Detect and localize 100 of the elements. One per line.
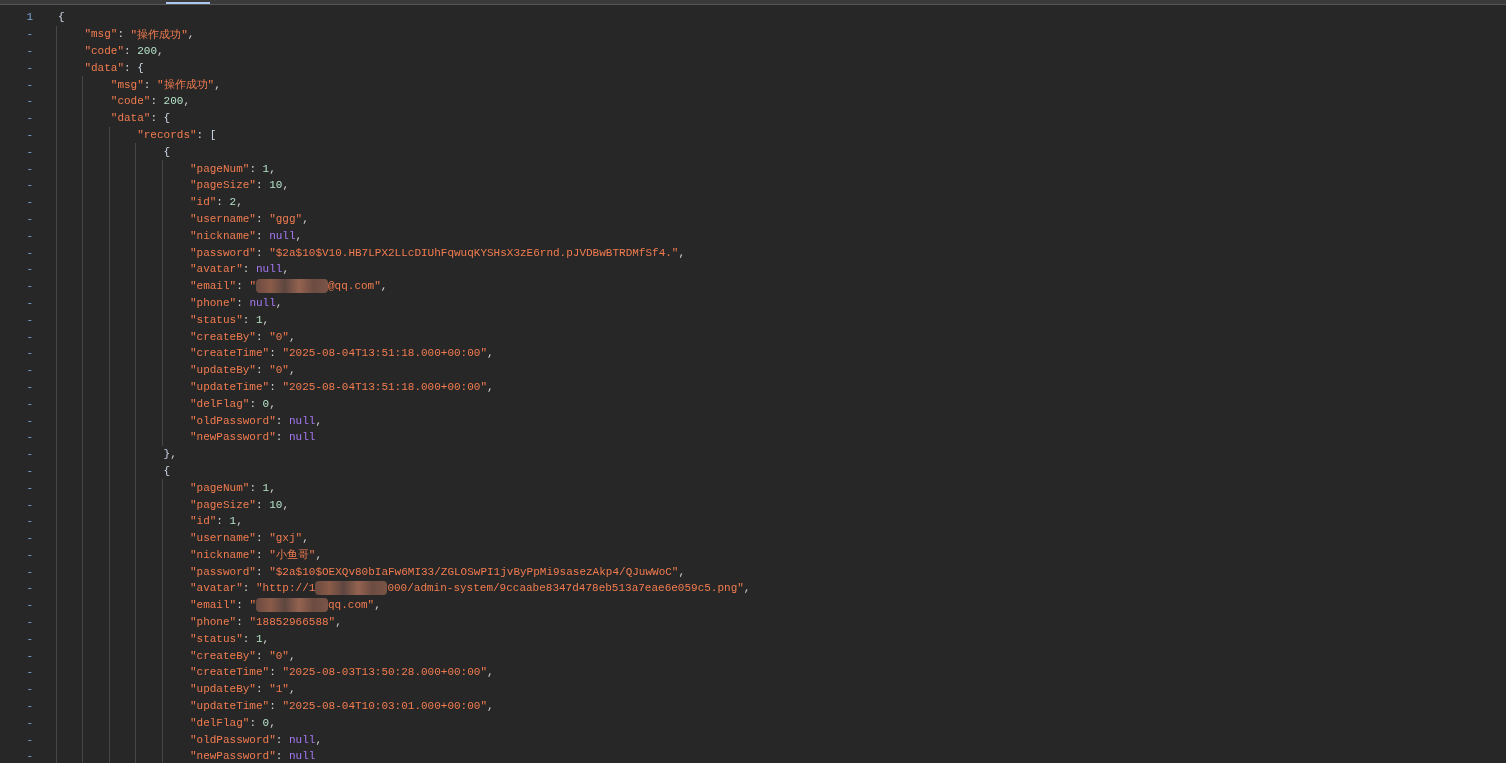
colon: : (255, 498, 264, 511)
colon: : (242, 313, 251, 326)
json-key: "oldPassword" (189, 414, 276, 427)
json-value: "操作成功" (130, 27, 188, 42)
json-value: "http://1 (255, 582, 316, 595)
colon: : (249, 716, 257, 729)
json-key: "email" (189, 280, 237, 293)
json-key: "createBy" (189, 649, 256, 662)
json-key: "phone" (189, 296, 237, 309)
colon: : (255, 565, 264, 578)
line-number: - (26, 515, 33, 528)
comma: , (282, 498, 289, 511)
json-value: 10 (269, 179, 283, 192)
comma: , (262, 632, 270, 645)
comma: , (315, 733, 322, 746)
json-key: "nickname" (189, 548, 256, 561)
json-value: 1 (262, 162, 270, 175)
line-number: - (26, 330, 33, 343)
json-key: "delFlag" (189, 397, 250, 410)
line-number: - (26, 582, 33, 595)
colon: : (269, 700, 277, 713)
json-key: "username" (189, 212, 256, 225)
json-value: "2025-08-03T13:50:28.000+00:00" (282, 666, 487, 679)
colon: : (216, 515, 224, 528)
line-number: - (26, 750, 33, 763)
json-value: null (269, 229, 296, 242)
colon: : (236, 296, 244, 309)
comma: , (380, 280, 388, 293)
colon: : (124, 61, 132, 74)
comma: , (289, 649, 296, 662)
comma: , (335, 616, 342, 629)
comma: , (289, 683, 296, 696)
json-key: "pageSize" (189, 498, 256, 511)
json-value: { (137, 61, 144, 74)
colon: : (249, 481, 257, 494)
json-key: "data" (84, 61, 124, 74)
colon: : (143, 78, 152, 91)
line-number: - (26, 616, 33, 629)
line-number: - (26, 431, 33, 444)
json-value: " (249, 280, 256, 293)
json-key: "avatar" (189, 582, 243, 595)
json-value: null (255, 263, 283, 276)
line-number: - (26, 296, 33, 309)
json-key: "newPassword" (189, 750, 276, 763)
json-key: "pageNum" (189, 162, 250, 175)
json-value: null (289, 750, 316, 763)
line-number: - (26, 128, 33, 141)
line-number: - (26, 212, 33, 225)
line-number: - (26, 313, 33, 326)
comma: , (269, 716, 276, 729)
json-value: 1 (262, 481, 270, 494)
json-key: "status" (189, 632, 243, 645)
line-number: - (26, 145, 33, 158)
line-number: - (26, 700, 33, 713)
json-key: "data" (110, 112, 151, 125)
line-number: - (26, 464, 33, 477)
json-value: "2025-08-04T13:51:18.000+00:00" (282, 347, 487, 360)
comma: , (487, 380, 494, 393)
colon: : (249, 162, 257, 175)
json-value: { (163, 145, 171, 158)
comma: , (678, 565, 686, 578)
json-key: "oldPassword" (189, 733, 276, 746)
comma: , (302, 532, 309, 545)
comma: , (487, 347, 494, 360)
line-number: - (26, 246, 33, 259)
comma: , (282, 179, 289, 192)
colon: : (242, 582, 251, 595)
json-key: "msg" (110, 78, 144, 91)
json-value: "2025-08-04T13:51:18.000+00:00" (282, 380, 487, 393)
line-number: - (26, 716, 33, 729)
colon: : (117, 28, 125, 41)
comma: , (157, 45, 164, 57)
json-key: "newPassword" (189, 431, 276, 444)
json-value: null (289, 431, 316, 444)
json-key: "msg" (84, 28, 118, 41)
colon: : (255, 364, 264, 377)
colon: : (236, 616, 244, 629)
line-number: - (26, 414, 33, 427)
json-value: null (289, 414, 316, 427)
colon: : (242, 632, 251, 645)
line-number: - (26, 280, 33, 293)
line-number: - (26, 532, 33, 545)
line-number: - (26, 565, 33, 578)
colon: : (269, 380, 277, 393)
json-value: null (249, 296, 276, 309)
tab[interactable] (166, 0, 210, 4)
json-value: "$2a$10$V10.HB7LPX2LLcDIUhFqwuqKYSHsX3zE6rnd.pJVDBwBTRDMfSf4." (269, 246, 679, 259)
json-value: null (289, 733, 316, 746)
json-value: { (58, 11, 65, 24)
json-key: "password" (189, 246, 256, 259)
json-value: 000/admin-system/9ccaabe8347d478eb513a7eae6e059c5.png" (387, 582, 744, 595)
json-value: "gxj" (269, 532, 303, 545)
colon: : (255, 649, 264, 662)
line-number: - (26, 632, 33, 645)
comma: , (187, 28, 195, 41)
json-value: "18852966588" (249, 616, 336, 629)
line-number: - (26, 364, 33, 377)
colon: : (255, 212, 264, 225)
line-number: - (26, 380, 33, 393)
comma: , (743, 582, 751, 595)
